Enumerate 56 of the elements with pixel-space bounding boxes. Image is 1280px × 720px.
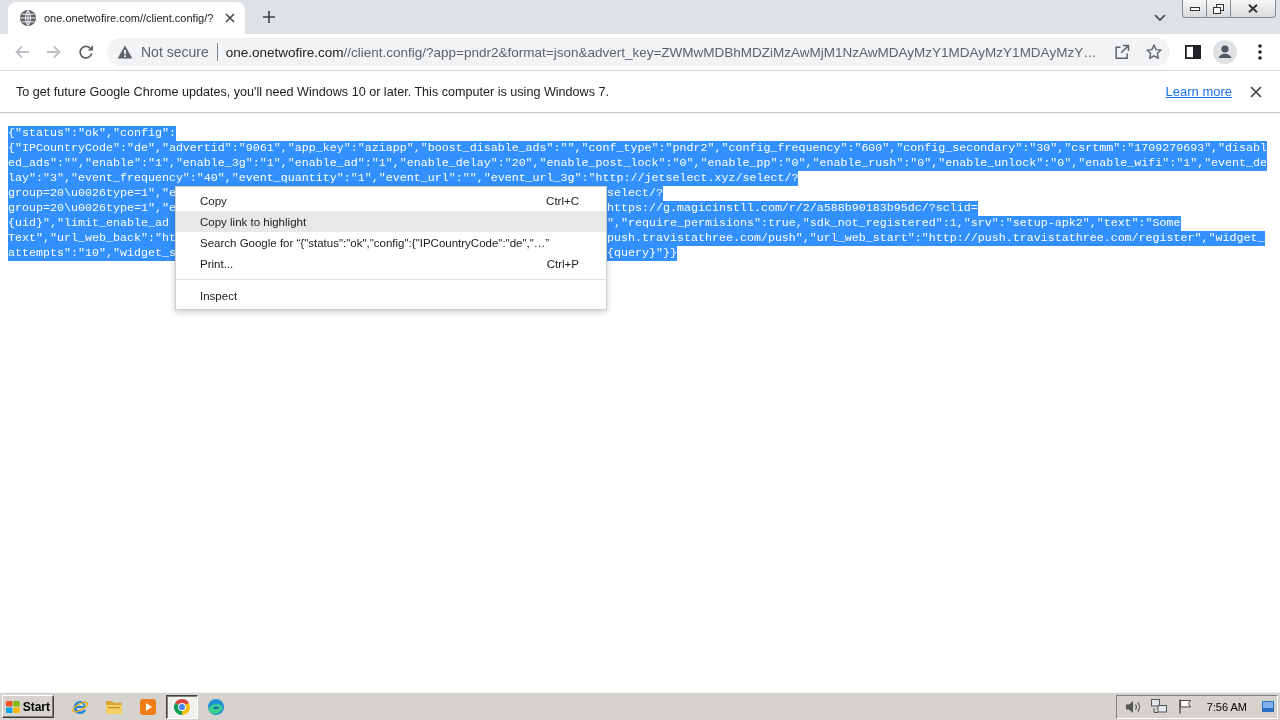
- json-text-fragment: https://g.magicinstll.com/r/2/a588b90183b95dc/?sclid=: [607, 201, 978, 216]
- more-vertical-icon: [1258, 44, 1262, 60]
- minimize-button[interactable]: [1182, 0, 1207, 18]
- globe-icon: [20, 10, 36, 26]
- menu-item[interactable]: Copy Ctrl+C: [176, 190, 606, 211]
- address-bar[interactable]: Not secure one.onetwofire.com//client.config/?app=pndr2&format=json&advert_key=ZWMwMDBhMDZiMzAwMjM1NzAwMDAyMzY1MDAyMzY1MDAyMzY…: [107, 38, 1170, 66]
- share-icon: [1114, 44, 1130, 60]
- menu-item[interactable]: Copy link to highlight: [176, 211, 606, 232]
- json-text-fragment: ","require_permisions":true,"sdk_not_registered":1,"srv":"setup-apk2","text":"Some: [607, 216, 1181, 231]
- json-text-fragment: {query}"}}: [607, 246, 677, 261]
- browser-logo-icon: [173, 697, 191, 716]
- profile-button[interactable]: [1211, 38, 1239, 66]
- chevron-down-icon: [1154, 13, 1166, 21]
- menu-item[interactable]: Inspect: [176, 285, 606, 306]
- desktop-icon: [1262, 701, 1274, 712]
- learn-more-link[interactable]: Learn more: [1165, 84, 1232, 99]
- speaker-icon: [1124, 699, 1141, 714]
- network-icon: [1150, 699, 1167, 714]
- forward-arrow-icon: [46, 44, 62, 60]
- json-text-fragment: group=20\u0026type=1","e: [8, 186, 176, 201]
- url-text[interactable]: one.onetwofire.com//client.config/?app=pndr2&format=json&advert_key=ZWMwMDBhMDZiMzAwMjM1NzAwMDAyMzY1MDAyMzY1MDAyMzY…: [225, 44, 1104, 60]
- security-chip[interactable]: Not secure: [117, 40, 209, 64]
- close-icon: [225, 13, 236, 23]
- browser-tab[interactable]: one.onetwofire.com//client.config/?: [8, 2, 246, 34]
- side-panel-icon: [1185, 45, 1201, 59]
- menu-item[interactable]: Search Google for “{"status":"ok","config":{"IPCountryCode":"de","…”: [176, 232, 606, 253]
- plus-icon: [263, 11, 276, 23]
- back-arrow-icon: [14, 44, 30, 60]
- update-notice-text: To get future Google Chrome updates, you'll need Windows 10 or later. This computer is using Windows 7.: [16, 84, 609, 99]
- json-text-fragment: group=20\u0026type=1","e: [8, 201, 176, 216]
- minimize-icon: [1189, 6, 1200, 11]
- star-icon: [1146, 44, 1162, 60]
- taskbar-button[interactable]: [166, 694, 198, 719]
- json-text-fragment: push.travistathree.com/push","url_web_start":"http://push.travistathree.com/register","widget_: [607, 231, 1265, 246]
- flag-icon: [1177, 699, 1192, 714]
- start-button[interactable]: Start: [2, 695, 54, 718]
- restore-icon: [1213, 3, 1224, 14]
- wave-logo-icon: [207, 697, 225, 716]
- json-text-fragment: Text","url_web_back":"ht: [8, 231, 176, 246]
- avatar-icon: [1213, 40, 1237, 64]
- shortcut-text: Ctrl+P: [546, 257, 579, 270]
- close-icon: [1250, 85, 1262, 98]
- json-text-fragment: {uid}","limit_enable_ad: [8, 216, 176, 231]
- restore-button[interactable]: [1207, 0, 1231, 18]
- json-text-fragment: attempts":"10","widget_s: [8, 246, 176, 261]
- close-window-button[interactable]: [1231, 0, 1276, 18]
- menu-item[interactable]: Print... Ctrl+P: [176, 253, 606, 274]
- play-icon: [139, 697, 157, 716]
- json-text-fragment: select/?: [607, 186, 663, 201]
- close-icon: [1248, 4, 1258, 13]
- shortcut-text: Ctrl+C: [546, 194, 579, 207]
- windows-flag-icon: [6, 699, 20, 714]
- reload-icon: [78, 44, 94, 60]
- warning-icon: [117, 45, 133, 59]
- clock-text: 7:56 AM: [1206, 700, 1247, 713]
- folder-icon: [105, 698, 123, 715]
